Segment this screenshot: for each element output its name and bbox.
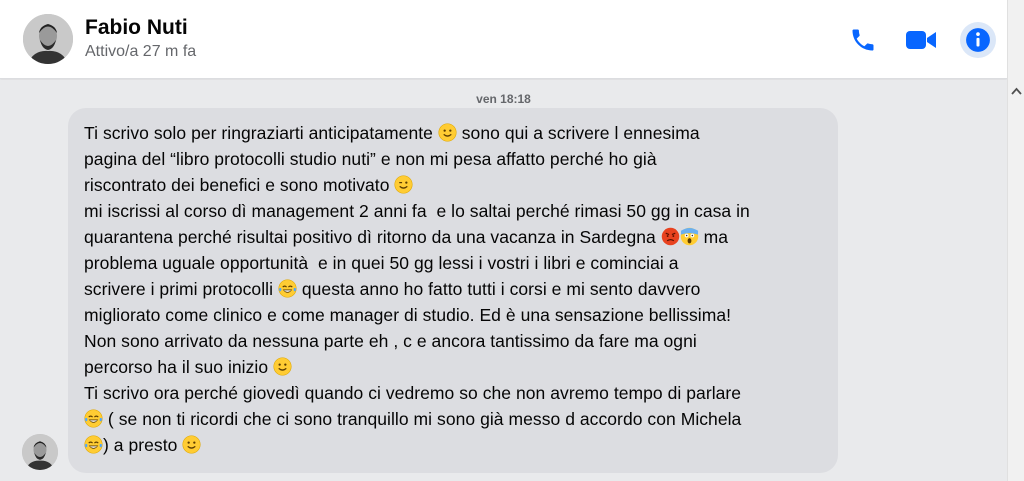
video-call-button[interactable]: [903, 22, 939, 58]
scroll-up-button[interactable]: [1008, 82, 1024, 99]
conversation-info-button[interactable]: [960, 22, 996, 58]
message-text-segment: Ti scrivo ora perché giovedì quando ci v…: [84, 383, 742, 403]
message-text-segment: ) a presto: [103, 435, 183, 455]
slightly-smiling-face-icon: [438, 123, 457, 142]
contact-name[interactable]: Fabio Nuti: [85, 16, 188, 40]
avatar-photo-icon: [23, 14, 73, 64]
video-camera-icon: [906, 31, 936, 49]
contact-avatar[interactable]: [23, 14, 73, 64]
tears-of-joy-icon: [84, 409, 103, 428]
screaming-face-icon: [680, 227, 699, 246]
info-icon: [966, 28, 990, 52]
message-text: Ti scrivo solo per ringraziarti anticipa…: [84, 120, 824, 458]
call-button[interactable]: [845, 22, 881, 58]
winking-face-icon: [394, 175, 413, 194]
sender-avatar[interactable]: [22, 434, 58, 470]
message-text-segment: Ti scrivo solo per ringraziarti anticipa…: [84, 123, 438, 143]
tears-of-joy-icon: [84, 435, 103, 454]
chevron-up-icon: [1011, 87, 1022, 95]
message-text-segment: mi iscrissi al corso dì management 2 ann…: [84, 201, 750, 247]
message-timestamp: ven 18:18: [476, 92, 531, 106]
slightly-smiling-face-icon: [182, 435, 201, 454]
slightly-smiling-face-icon: [273, 357, 292, 376]
phone-icon: [852, 29, 874, 51]
contact-status: Attivo/a 27 m fa: [85, 43, 197, 60]
scrollbar[interactable]: [1007, 0, 1024, 481]
message-bubble[interactable]: Ti scrivo solo per ringraziarti anticipa…: [68, 108, 838, 473]
message-text-segment: ( se non ti ricordi che ci sono tranquil…: [107, 409, 742, 429]
tears-of-joy-icon: [278, 279, 297, 298]
message-thread: ven 18:18 Ti scrivo solo per ringraziart…: [0, 80, 1007, 481]
conversation-header: Fabio Nuti Attivo/a 27 m fa: [0, 0, 1007, 79]
avatar-photo-icon: [22, 434, 58, 470]
angry-face-icon: [661, 227, 680, 246]
